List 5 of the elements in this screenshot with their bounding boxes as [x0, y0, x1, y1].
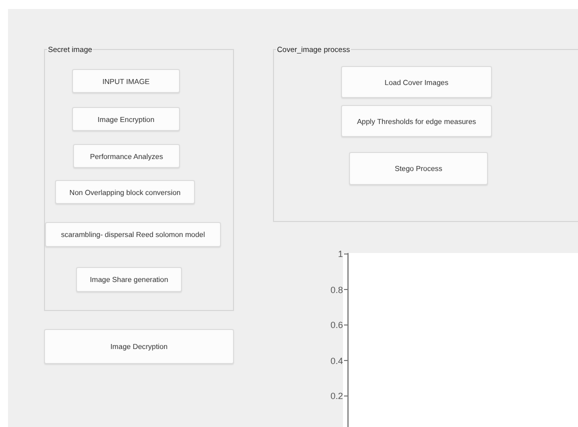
axis-tick-label: 0.4	[330, 354, 343, 366]
axis-tick-label: 1	[338, 248, 343, 260]
axis-tick-label: 0.6	[330, 319, 343, 331]
axis-tick-label: 0.8	[330, 284, 343, 296]
axis-tick-label: 0.2	[330, 390, 343, 402]
